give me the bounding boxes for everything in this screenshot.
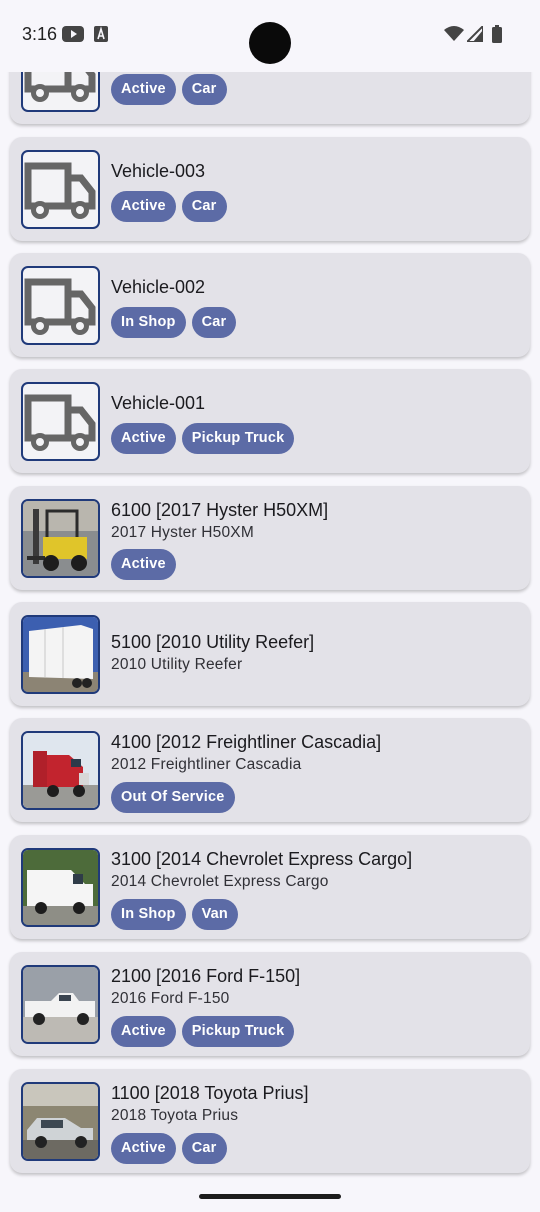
chip-row: Active: [111, 549, 176, 580]
type-chip[interactable]: Car: [181, 1133, 227, 1164]
vehicle-title: 1100 [2018 Toyota Prius]: [111, 1083, 309, 1103]
chip-row: Active Car: [111, 74, 227, 105]
status-chip[interactable]: Active: [111, 74, 176, 105]
status-time: 3:16: [22, 24, 58, 44]
vehicle-title: 5100 [2010 Utility Reefer]: [111, 632, 315, 652]
wifi-icon: [444, 25, 464, 46]
type-chip[interactable]: Van: [191, 899, 238, 930]
status-chip[interactable]: Active: [111, 1133, 176, 1164]
type-chip[interactable]: Car: [181, 191, 227, 222]
chip-row: Active Pickup Truck: [111, 423, 295, 454]
vehicle-card[interactable]: 2100 [2016 Ford F-150] 2016 Ford F-150 A…: [10, 952, 530, 1056]
youtube-icon: [62, 26, 84, 47]
vehicle-card[interactable]: 5100 [2010 Utility Reefer] 2010 Utility …: [10, 602, 530, 706]
forklift-photo: [21, 499, 100, 578]
truck-placeholder-icon: [21, 382, 100, 461]
pickup-truck-photo: [21, 965, 100, 1044]
vehicle-card[interactable]: Vehicle-002 In Shop Car: [10, 253, 530, 357]
status-chip[interactable]: Active: [111, 1016, 176, 1047]
vehicle-title: Vehicle-001: [111, 393, 206, 413]
truck-placeholder-icon: [21, 266, 100, 345]
vehicle-subtitle: 2016 Ford F-150: [111, 990, 230, 1007]
status-chip[interactable]: In Shop: [111, 899, 186, 930]
battery-icon: [492, 25, 502, 48]
vehicle-card[interactable]: Vehicle-003 Active Car: [10, 137, 530, 241]
vehicle-subtitle: 2014 Chevrolet Express Cargo: [111, 873, 329, 890]
semi-truck-photo: [21, 731, 100, 810]
status-chip[interactable]: Out Of Service: [111, 782, 235, 813]
vehicle-title: 3100 [2014 Chevrolet Express Cargo]: [111, 849, 413, 869]
vehicle-card[interactable]: 4100 [2012 Freightliner Cascadia] 2012 F…: [10, 718, 530, 822]
cargo-van-photo: [21, 848, 100, 927]
vehicle-card[interactable]: 1100 [2018 Toyota Prius] 2018 Toyota Pri…: [10, 1069, 530, 1173]
truck-placeholder-icon: [21, 150, 100, 229]
vehicle-title: 4100 [2012 Freightliner Cascadia]: [111, 732, 382, 752]
status-chip[interactable]: Active: [111, 549, 176, 580]
chip-row: In Shop Car: [111, 307, 237, 338]
type-chip[interactable]: Pickup Truck: [181, 1016, 295, 1047]
vehicle-title: 6100 [2017 Hyster H50XM]: [111, 500, 329, 520]
vehicle-subtitle: 2018 Toyota Prius: [111, 1107, 239, 1124]
status-chip[interactable]: In Shop: [111, 307, 186, 338]
chip-row: Active Car: [111, 191, 227, 222]
gesture-nav-bar: [0, 1180, 540, 1212]
type-chip[interactable]: Car: [191, 307, 237, 338]
vehicle-card[interactable]: 3100 [2014 Chevrolet Express Cargo] 2014…: [10, 835, 530, 939]
phone-screen: Active Car Vehicle-003 Active Car Vehicl…: [0, 0, 540, 1212]
chip-row: Active Pickup Truck: [111, 1016, 295, 1047]
status-bar: 3:16: [0, 0, 540, 72]
vehicle-subtitle: 2010 Utility Reefer: [111, 656, 243, 673]
status-chip[interactable]: Active: [111, 191, 176, 222]
type-chip[interactable]: Pickup Truck: [181, 423, 295, 454]
chip-row: In Shop Van: [111, 899, 238, 930]
vehicle-title: 2100 [2016 Ford F-150]: [111, 966, 301, 986]
cell-signal-icon: [464, 23, 484, 47]
vehicle-subtitle: 2017 Hyster H50XM: [111, 524, 254, 541]
vehicle-subtitle: 2012 Freightliner Cascadia: [111, 756, 302, 773]
home-handle[interactable]: [199, 1194, 341, 1199]
type-chip[interactable]: Car: [181, 74, 227, 105]
chip-row: Out Of Service: [111, 782, 235, 813]
sedan-car-photo: [21, 1082, 100, 1161]
vehicle-list[interactable]: Active Car Vehicle-003 Active Car Vehicl…: [0, 0, 540, 1212]
status-chip[interactable]: Active: [111, 423, 176, 454]
chip-row: Active Car: [111, 1133, 227, 1164]
vehicle-card[interactable]: 6100 [2017 Hyster H50XM] 2017 Hyster H50…: [10, 486, 530, 590]
a-notification-icon: [94, 26, 108, 47]
vehicle-title: Vehicle-003: [111, 161, 206, 181]
reefer-trailer-photo: [21, 615, 100, 694]
vehicle-title: Vehicle-002: [111, 277, 206, 297]
front-camera: [249, 22, 291, 64]
vehicle-card[interactable]: Vehicle-001 Active Pickup Truck: [10, 369, 530, 473]
